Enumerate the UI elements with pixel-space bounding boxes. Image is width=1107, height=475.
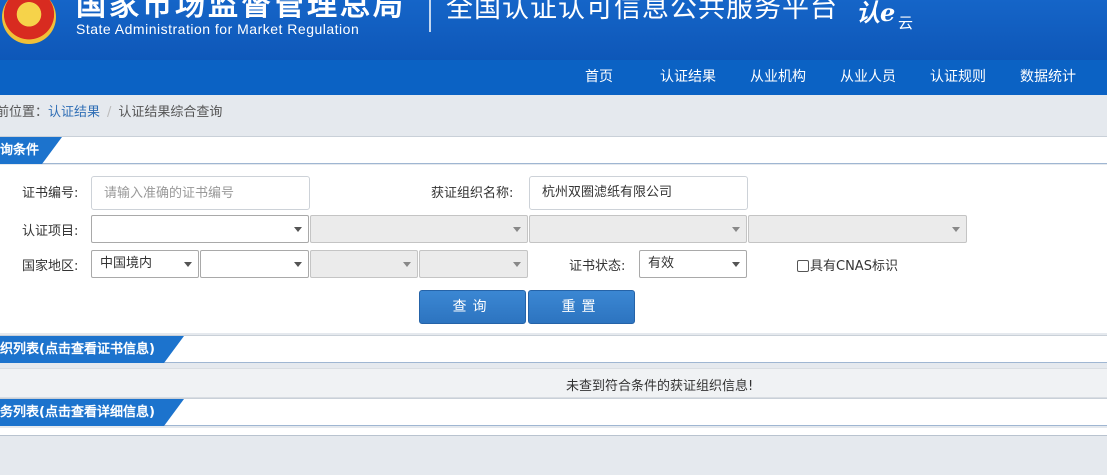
nav-item-cert-rules[interactable]: 认证规则 <box>930 60 986 95</box>
status-select[interactable]: 有效 <box>639 250 747 278</box>
nav-item-statistics[interactable]: 数据统计 <box>1020 60 1076 95</box>
project-select-3 <box>529 215 747 243</box>
detail-list-tab: 务列表(点击查看详细信息) <box>0 399 184 426</box>
project-select-2 <box>310 215 528 243</box>
org-name-label: 获证组织名称: <box>431 186 514 201</box>
query-panel-tab: 询条件 <box>0 137 62 164</box>
cert-list-empty-row: 未查到符合条件的获证组织信息! <box>0 368 1107 398</box>
cert-no-input[interactable] <box>91 176 310 210</box>
chevron-down-icon <box>513 262 521 267</box>
query-panel-header: 询条件 <box>0 136 1107 164</box>
search-button[interactable]: 查询 <box>419 290 526 324</box>
project-label: 认证项目: <box>22 224 79 239</box>
breadcrumb: 前位置：认证结果 / 认证结果综合查询 <box>0 95 1107 131</box>
breadcrumb-prefix: 前位置： <box>0 105 49 120</box>
main-nav: 首页 认证结果 从业机构 从业人员 认证规则 数据统计 <box>0 60 1107 95</box>
region-label: 国家地区: <box>22 259 79 274</box>
detail-list-body <box>0 428 1107 436</box>
breadcrumb-current: 认证结果综合查询 <box>118 105 223 120</box>
project-select-4 <box>748 215 967 243</box>
project-select-1[interactable] <box>91 215 309 243</box>
cert-list-tab: 织列表(点击查看证书信息) <box>0 336 184 363</box>
cert-list-tab-label: 织列表(点击查看证书信息) <box>0 342 155 357</box>
cnas-checkbox[interactable] <box>797 259 809 272</box>
region-select-3 <box>310 250 418 278</box>
org-name-input[interactable]: 杭州双圈滤纸有限公司 <box>529 176 748 210</box>
chevron-down-icon <box>732 262 740 267</box>
nav-item-institutions[interactable]: 从业机构 <box>750 60 806 95</box>
cert-list-header: 织列表(点击查看证书信息) <box>0 335 1107 363</box>
site-title-en: State Administration for Market Regulati… <box>76 21 360 37</box>
nav-item-personnel[interactable]: 从业人员 <box>840 60 896 95</box>
breadcrumb-link-cert-results[interactable]: 认证结果 <box>48 105 100 120</box>
region-select-4 <box>419 250 528 278</box>
platform-logo-sub: 云 <box>898 14 914 32</box>
reset-button[interactable]: 重置 <box>528 290 635 324</box>
platform-logo: 认e <box>856 0 896 27</box>
chevron-down-icon <box>294 262 302 267</box>
chevron-down-icon <box>294 227 302 232</box>
header-divider <box>429 0 431 32</box>
cnas-checkbox-label: 具有CNAS标识 <box>810 259 898 274</box>
nav-item-cert-results[interactable]: 认证结果 <box>660 60 716 95</box>
site-header: ★ 国家市场监督管理总局 State Administration for Ma… <box>0 0 1107 60</box>
detail-list-tab-label: 务列表(点击查看详细信息) <box>0 405 155 420</box>
chevron-down-icon <box>513 227 521 232</box>
chevron-down-icon <box>403 262 411 267</box>
breadcrumb-separator: / <box>107 105 112 120</box>
status-label: 证书状态: <box>569 259 626 274</box>
cnas-checkbox-wrap[interactable]: 具有CNAS标识 <box>797 259 898 275</box>
region-select-1-value: 中国境内 <box>100 256 153 271</box>
query-panel-tab-label: 询条件 <box>0 143 40 158</box>
national-emblem-icon: ★ <box>2 0 56 44</box>
empty-message: 未查到符合条件的获证组织信息! <box>566 379 754 394</box>
chevron-down-icon <box>732 227 740 232</box>
region-select-2[interactable] <box>200 250 309 278</box>
cert-no-label: 证书编号: <box>22 186 79 201</box>
chevron-down-icon <box>184 262 192 267</box>
detail-list-header: 务列表(点击查看详细信息) <box>0 398 1107 426</box>
status-select-value: 有效 <box>648 256 675 271</box>
region-select-1[interactable]: 中国境内 <box>91 250 199 278</box>
nav-item-home[interactable]: 首页 <box>585 60 613 95</box>
platform-title: 全国认证认可信息公共服务平台 <box>446 0 838 24</box>
chevron-down-icon <box>952 227 960 232</box>
